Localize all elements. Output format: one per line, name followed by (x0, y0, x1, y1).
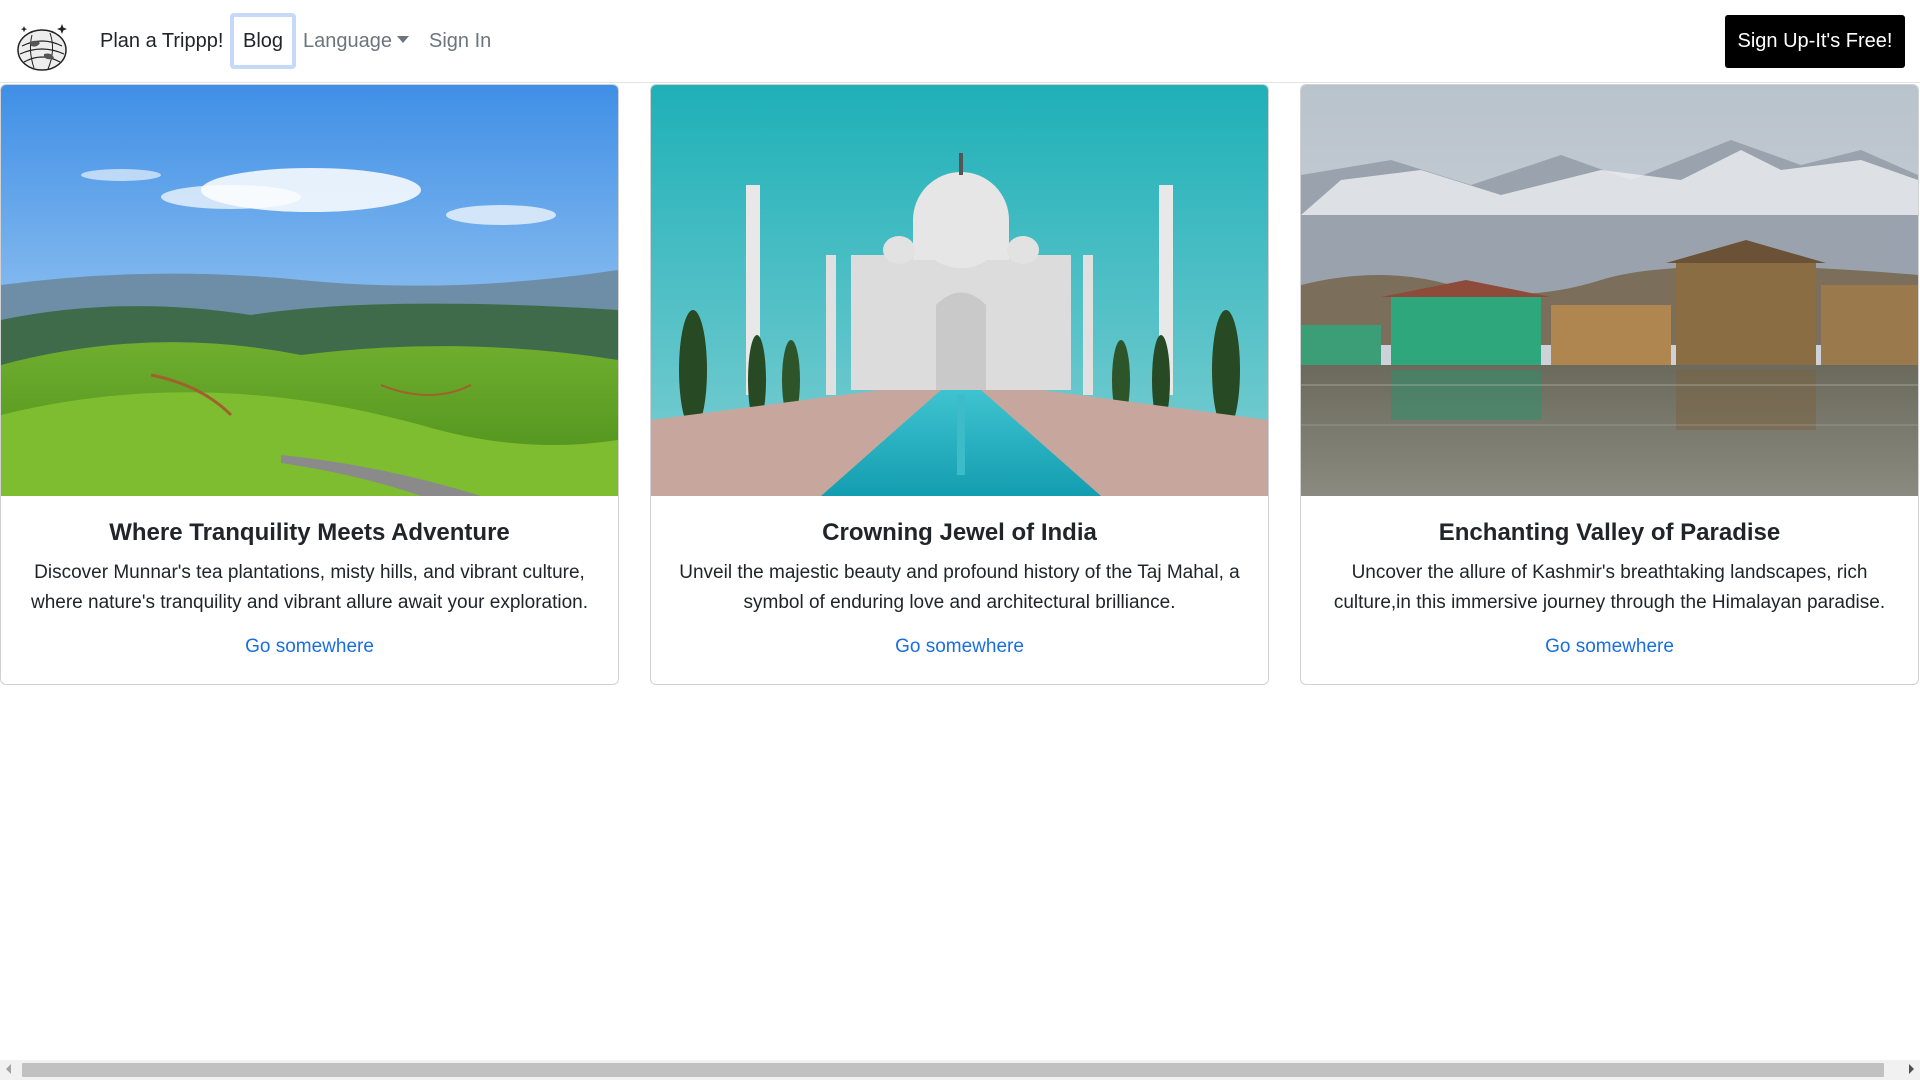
card-title: Crowning Jewel of India (822, 519, 1097, 546)
horizontal-scrollbar[interactable] (0, 1060, 1920, 1080)
card-text: Unveil the majestic beauty and profound … (679, 562, 1240, 613)
caret-down-icon (396, 36, 409, 43)
kashmir-houseboats-image (1301, 85, 1918, 496)
scroll-left-arrow-icon[interactable] (6, 1064, 11, 1074)
sign-in-link[interactable]: Sign In (429, 28, 491, 54)
card-taj-mahal: Crowning Jewel of India Unveil the majes… (650, 84, 1269, 685)
munnar-tea-hills-image (1, 85, 618, 496)
go-somewhere-link[interactable]: Go somewhere (1545, 632, 1674, 662)
taj-mahal-image (651, 85, 1268, 496)
scrollbar-thumb[interactable] (22, 1063, 1884, 1077)
globe-logo-icon[interactable] (14, 18, 72, 76)
card-title: Where Tranquility Meets Adventure (109, 519, 510, 546)
language-label: Language (303, 30, 392, 52)
go-somewhere-link[interactable]: Go somewhere (895, 632, 1024, 662)
nav-blog-link[interactable]: Blog (230, 13, 296, 69)
sign-up-button[interactable]: Sign Up-It's Free! (1725, 15, 1905, 68)
navbar: Plan a Trippp! Blog Language Sign In Sig… (0, 0, 1920, 83)
brand-link[interactable]: Plan a Trippp! (100, 28, 223, 54)
card-title: Enchanting Valley of Paradise (1438, 519, 1781, 546)
card-text: Discover Munnar's tea plantations, misty… (30, 562, 589, 613)
card-munnar: Where Tranquility Meets Adventure Discov… (0, 84, 619, 685)
go-somewhere-link[interactable]: Go somewhere (245, 632, 374, 662)
card-kashmir: Enchanting Valley of Paradise Uncover th… (1300, 84, 1919, 685)
scroll-right-arrow-icon[interactable] (1909, 1064, 1914, 1074)
card-text: Uncover the allure of Kashmir's breathta… (1333, 562, 1886, 613)
language-dropdown[interactable]: Language (303, 28, 409, 54)
